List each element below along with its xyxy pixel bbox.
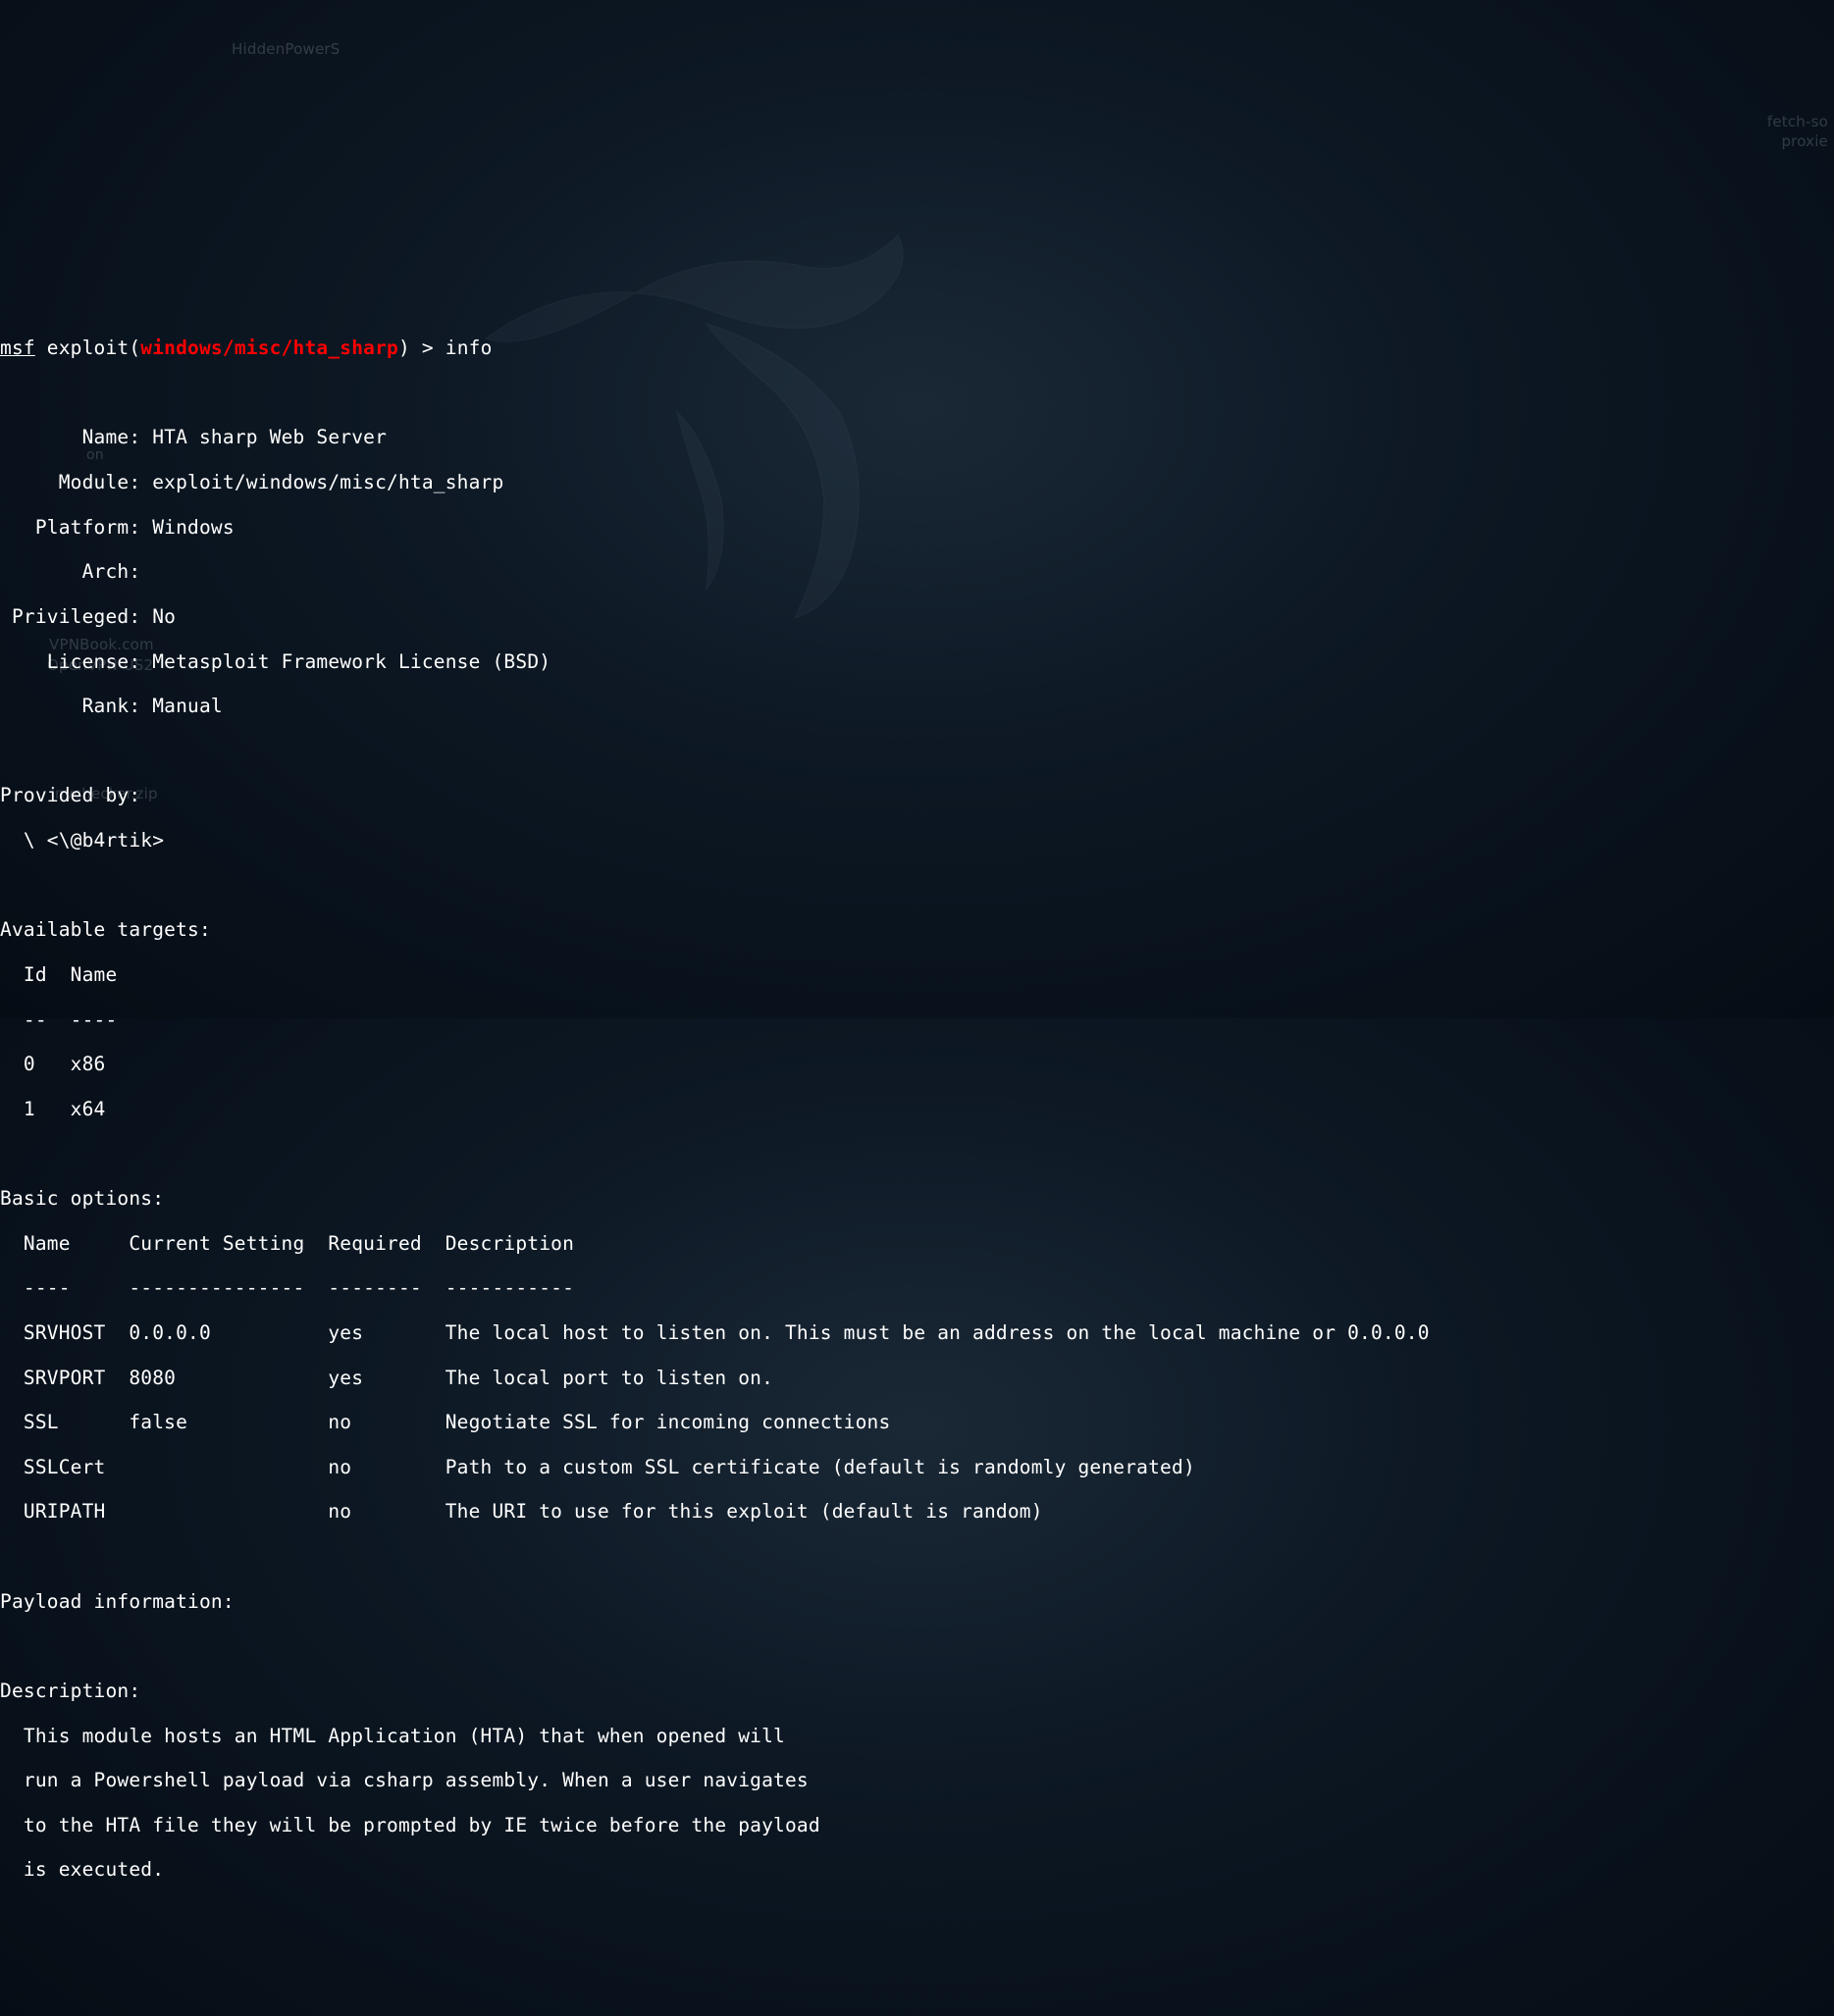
privileged-label: Privileged: — [0, 605, 152, 628]
blank-line — [0, 741, 1834, 763]
blank-line — [0, 1635, 1834, 1658]
module-path: windows/misc/hta_sharp — [140, 336, 398, 359]
description-line-2: run a Powershell payload via csharp asse… — [0, 1770, 1834, 1792]
info-name-line: Name: HTA sharp Web Server — [0, 427, 1834, 449]
options-header: Basic options: — [0, 1188, 1834, 1211]
targets-row-1: 1 x64 — [0, 1099, 1834, 1121]
prompt-line[interactable]: msf exploit(windows/misc/hta_sharp) > in… — [0, 337, 1834, 360]
arch-label: Arch: — [0, 560, 152, 583]
info-arch-line: Arch: — [0, 561, 1834, 584]
blank-line — [0, 383, 1834, 405]
blank-line — [0, 1143, 1834, 1165]
options-srvhost: SRVHOST 0.0.0.0 yes The local host to li… — [0, 1322, 1834, 1345]
blank-line — [0, 1546, 1834, 1569]
options-uripath: URIPATH no The URI to use for this explo… — [0, 1501, 1834, 1524]
info-license-line: License: Metasploit Framework License (B… — [0, 651, 1834, 674]
rank-value: Manual — [152, 695, 223, 717]
name-value: HTA sharp Web Server — [152, 426, 387, 448]
license-value: Metasploit Framework License (BSD) — [152, 650, 550, 673]
options-ssl: SSL false no Negotiate SSL for incoming … — [0, 1412, 1834, 1434]
options-sslcert: SSLCert no Path to a custom SSL certific… — [0, 1457, 1834, 1479]
bg-label-proxie: proxie — [1781, 133, 1828, 151]
description-line-3: to the HTA file they will be prompted by… — [0, 1815, 1834, 1837]
blank-line — [0, 875, 1834, 898]
terminal-output[interactable]: msf exploit(windows/misc/hta_sharp) > in… — [0, 313, 1834, 1904]
options-col-header: Name Current Setting Required Descriptio… — [0, 1233, 1834, 1256]
platform-value: Windows — [152, 516, 235, 539]
info-module-line: Module: exploit/windows/misc/hta_sharp — [0, 472, 1834, 494]
name-label: Name: — [0, 426, 152, 448]
info-privileged-line: Privileged: No — [0, 606, 1834, 629]
targets-header: Available targets: — [0, 919, 1834, 942]
privileged-value: No — [152, 605, 176, 628]
targets-col-header: Id Name — [0, 964, 1834, 987]
exploit-text: exploit( — [35, 336, 140, 359]
module-value: exploit/windows/misc/hta_sharp — [152, 471, 503, 493]
info-rank-line: Rank: Manual — [0, 696, 1834, 718]
provided-by-author: \ <\@b4rtik> — [0, 830, 1834, 853]
payload-info-header: Payload information: — [0, 1591, 1834, 1614]
rank-label: Rank: — [0, 695, 152, 717]
bg-label-hiddenpowers: HiddenPowerS — [232, 41, 341, 59]
msf-prompt: msf — [0, 336, 35, 359]
license-label: License: — [0, 650, 152, 673]
command-text: info — [445, 336, 493, 359]
targets-col-divider: -- ---- — [0, 1009, 1834, 1032]
bg-label-fetch: fetch-so — [1767, 114, 1828, 131]
targets-row-0: 0 x86 — [0, 1054, 1834, 1076]
module-label: Module: — [0, 471, 152, 493]
description-line-1: This module hosts an HTML Application (H… — [0, 1726, 1834, 1748]
description-line-4: is executed. — [0, 1859, 1834, 1882]
provided-by-header: Provided by: — [0, 785, 1834, 807]
description-header: Description: — [0, 1680, 1834, 1703]
close-paren: ) > — [398, 336, 445, 359]
options-col-divider: ---- --------------- -------- ----------… — [0, 1277, 1834, 1300]
options-srvport: SRVPORT 8080 yes The local port to liste… — [0, 1368, 1834, 1390]
platform-label: Platform: — [0, 516, 152, 539]
info-platform-line: Platform: Windows — [0, 517, 1834, 540]
